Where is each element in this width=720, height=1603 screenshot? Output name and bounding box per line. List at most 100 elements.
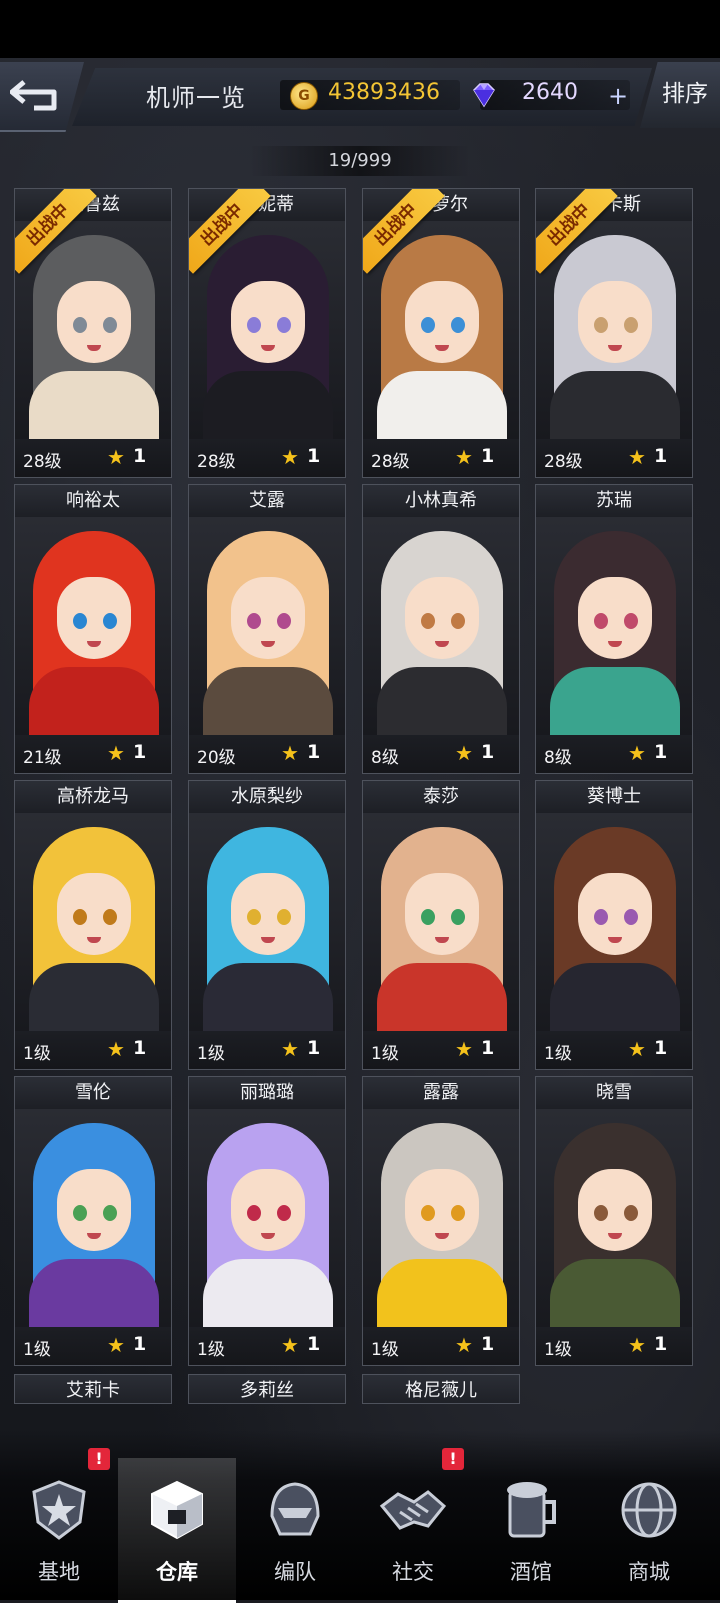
portrait-eye bbox=[594, 909, 608, 925]
portrait-outfit bbox=[203, 963, 333, 1031]
nav-item-label: 基地 bbox=[38, 1560, 80, 1584]
portrait-outfit bbox=[29, 963, 159, 1031]
pilot-level: 8级 bbox=[371, 748, 399, 768]
pilot-card[interactable]: 妮鲁兹 28级 ★ 1 出战中 bbox=[14, 188, 172, 478]
pilot-card[interactable]: 露露 1级 ★ 1 bbox=[362, 1076, 520, 1366]
star-icon: ★ bbox=[455, 741, 473, 765]
pilot-name: 晓雪 bbox=[536, 1077, 692, 1109]
portrait-eye bbox=[247, 317, 261, 333]
star-icon: ★ bbox=[455, 445, 473, 469]
pilot-info-bar: 28级 ★ 1 bbox=[363, 439, 519, 477]
pilot-card-partial[interactable]: 多莉丝 bbox=[188, 1374, 346, 1404]
alert-badge-icon: ! bbox=[442, 1448, 464, 1470]
pilot-card[interactable]: 泰莎 1级 ★ 1 bbox=[362, 780, 520, 1070]
portrait-eye bbox=[594, 1205, 608, 1221]
sort-button-label[interactable]: 排序 bbox=[662, 74, 708, 108]
pilot-info-bar: 28级 ★ 1 bbox=[15, 439, 171, 477]
formation-helmet-icon bbox=[260, 1476, 330, 1544]
star-icon: ★ bbox=[455, 1037, 473, 1061]
pilot-name: 小林真希 bbox=[363, 485, 519, 517]
pilot-card[interactable]: 苏瑞 8级 ★ 1 bbox=[535, 484, 693, 774]
nav-item-tavern-mug[interactable]: 酒馆 bbox=[472, 1458, 590, 1600]
portrait-eye bbox=[624, 909, 638, 925]
pilot-portrait bbox=[536, 813, 692, 1031]
portrait-outfit bbox=[377, 963, 507, 1031]
portrait-eye bbox=[451, 613, 465, 629]
pilot-card[interactable]: 卢卡斯 28级 ★ 1 出战中 bbox=[535, 188, 693, 478]
portrait-eye bbox=[421, 317, 435, 333]
nav-item-warehouse-cube[interactable]: 仓库 bbox=[118, 1458, 236, 1603]
nav-item-label: 社交 bbox=[392, 1560, 434, 1584]
pilot-card[interactable]: 小林真希 8级 ★ 1 bbox=[362, 484, 520, 774]
pilot-card[interactable]: 艾露 20级 ★ 1 bbox=[188, 484, 346, 774]
star-icon: ★ bbox=[628, 445, 646, 469]
star-icon: ★ bbox=[281, 741, 299, 765]
portrait-eye bbox=[421, 1205, 435, 1221]
portrait-outfit bbox=[550, 667, 680, 735]
pilot-card[interactable]: 水原梨纱 1级 ★ 1 bbox=[188, 780, 346, 1070]
nav-item-formation-helmet[interactable]: 编队 bbox=[236, 1458, 354, 1600]
pilot-level: 8级 bbox=[544, 748, 572, 768]
pilot-portrait bbox=[15, 1109, 171, 1327]
nav-item-base-emblem[interactable]: 基地! bbox=[0, 1448, 118, 1600]
pilot-level: 28级 bbox=[197, 452, 236, 472]
pilot-card[interactable]: 晓雪 1级 ★ 1 bbox=[535, 1076, 693, 1366]
pilot-star-count: 1 bbox=[307, 741, 321, 763]
portrait-eye bbox=[277, 1205, 291, 1221]
portrait-outfit bbox=[550, 1259, 680, 1327]
pilot-name: 艾莉卡 bbox=[15, 1375, 171, 1403]
pilot-card[interactable]: 响裕太 21级 ★ 1 bbox=[14, 484, 172, 774]
portrait-eye bbox=[451, 909, 465, 925]
pilot-star-count: 1 bbox=[654, 1037, 668, 1059]
pilot-card-partial[interactable]: 格尼薇儿 bbox=[362, 1374, 520, 1404]
pilot-name: 雪伦 bbox=[15, 1077, 171, 1109]
pilot-star-count: 1 bbox=[307, 1333, 321, 1355]
pilot-level: 28级 bbox=[371, 452, 410, 472]
pilot-card[interactable]: 丽璐璐 1级 ★ 1 bbox=[188, 1076, 346, 1366]
pilot-star-count: 1 bbox=[481, 445, 495, 467]
pilot-star-count: 1 bbox=[654, 445, 668, 467]
portrait-eye bbox=[277, 317, 291, 333]
pilot-star-count: 1 bbox=[654, 741, 668, 763]
portrait-eye bbox=[451, 1205, 465, 1221]
pilot-info-bar: 28级 ★ 1 bbox=[189, 439, 345, 477]
pilot-star-count: 1 bbox=[307, 445, 321, 467]
pilot-star-count: 1 bbox=[133, 741, 147, 763]
pilot-card-partial[interactable]: 艾莉卡 bbox=[14, 1374, 172, 1404]
star-icon: ★ bbox=[455, 1333, 473, 1357]
pilot-star-count: 1 bbox=[481, 741, 495, 763]
portrait-eye bbox=[247, 909, 261, 925]
pilot-info-bar: 1级 ★ 1 bbox=[536, 1327, 692, 1365]
portrait-eye bbox=[421, 613, 435, 629]
nav-item-handshake[interactable]: 社交! bbox=[354, 1448, 472, 1600]
pilot-name: 苏瑞 bbox=[536, 485, 692, 517]
add-gems-button[interactable]: + bbox=[608, 82, 628, 110]
star-icon: ★ bbox=[628, 1037, 646, 1061]
pilot-card[interactable]: 菲妮蒂 28级 ★ 1 出战中 bbox=[188, 188, 346, 478]
nav-item-label: 商城 bbox=[628, 1560, 670, 1584]
portrait-eye bbox=[73, 1205, 87, 1221]
portrait-outfit bbox=[550, 371, 680, 439]
pilot-card[interactable]: 雪伦 1级 ★ 1 bbox=[14, 1076, 172, 1366]
gold-amount: 43893436 bbox=[328, 80, 440, 105]
portrait-eye bbox=[73, 909, 87, 925]
pilot-card[interactable]: 葵博士 1级 ★ 1 bbox=[535, 780, 693, 1070]
pilot-card[interactable]: 米萝尔 28级 ★ 1 出战中 bbox=[362, 188, 520, 478]
pilot-name: 多莉丝 bbox=[189, 1375, 345, 1403]
pilot-level: 1级 bbox=[544, 1340, 572, 1360]
handshake-icon bbox=[378, 1476, 448, 1544]
pilot-info-bar: 1级 ★ 1 bbox=[15, 1031, 171, 1069]
status-bar-area bbox=[0, 0, 720, 58]
pilot-star-count: 1 bbox=[481, 1037, 495, 1059]
pilot-card[interactable]: 高桥龙马 1级 ★ 1 bbox=[14, 780, 172, 1070]
nav-item-shop-globe[interactable]: 商城 bbox=[590, 1458, 708, 1600]
pilot-level: 1级 bbox=[371, 1044, 399, 1064]
pilot-info-bar: 1级 ★ 1 bbox=[189, 1031, 345, 1069]
star-icon: ★ bbox=[107, 445, 125, 469]
pilot-portrait bbox=[15, 813, 171, 1031]
pilot-level: 20级 bbox=[197, 748, 236, 768]
pilot-portrait bbox=[189, 517, 345, 735]
pilot-level: 21级 bbox=[23, 748, 62, 768]
portrait-outfit bbox=[29, 1259, 159, 1327]
pilot-name: 水原梨纱 bbox=[189, 781, 345, 813]
